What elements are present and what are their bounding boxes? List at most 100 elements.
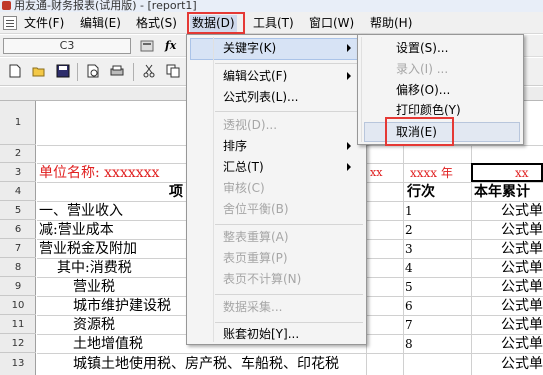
formula-cell[interactable]: 公式单 [501, 297, 543, 315]
formula-cell[interactable]: 公式单 [501, 221, 543, 239]
menu-edit[interactable]: 编辑(E) [78, 15, 123, 32]
app-icon [2, 1, 11, 10]
ytd-column-header: 本年累计 [474, 184, 530, 200]
menu-gutter [213, 37, 214, 342]
menu-file[interactable]: 文件(F) [22, 15, 66, 32]
line-no-cell: 5 [405, 280, 413, 294]
item-cell: 城市维护建设税 [73, 298, 171, 314]
menu-separator [215, 224, 363, 225]
row-number[interactable]: 11 [0, 315, 36, 334]
print-icon[interactable] [110, 64, 124, 78]
menu-item-page-no-calc: 表页不计算(N) [223, 272, 302, 286]
save-icon[interactable] [56, 64, 70, 78]
row-number[interactable]: 1 [0, 101, 36, 145]
row-number[interactable]: 10 [0, 296, 36, 315]
row-number[interactable]: 6 [0, 220, 36, 239]
menu-separator [215, 294, 363, 295]
menu-window[interactable]: 窗口(W) [307, 15, 356, 32]
formula-fx-icon[interactable]: fx [165, 39, 176, 52]
formula-cell[interactable]: 公式单 [501, 259, 543, 277]
formula-cell[interactable]: 公式单 [501, 202, 543, 220]
line-no-cell: 1 [405, 204, 413, 218]
title-bar: 用友通-财务报表(试用版) - [report1] [0, 0, 543, 12]
row-number[interactable]: 12 [0, 334, 36, 353]
row-number[interactable]: 8 [0, 258, 36, 277]
submenu-arrow-icon [347, 72, 351, 80]
line-no-cell: 8 [405, 337, 413, 351]
cancel-highlight-box [385, 117, 454, 146]
item-cell: 减:营业成本 [39, 222, 114, 238]
item-cell: 资源税 [73, 317, 115, 333]
menu-item-formula-list[interactable]: 公式列表(L)... [223, 88, 299, 106]
row-number[interactable]: 5 [0, 201, 36, 220]
row-number[interactable]: 3 [0, 163, 36, 182]
menu-separator [215, 322, 363, 323]
row-header: 1 2 3 4 5 6 7 8 9 10 11 12 13 [0, 101, 36, 375]
item-column-header: 项 [169, 184, 183, 200]
submenu-arrow-icon [347, 44, 351, 52]
cut-icon[interactable] [142, 64, 156, 78]
formula-cell[interactable]: 公式单 [501, 355, 543, 373]
menu-bar: 文件(F) 编辑(E) 格式(S) 数据(D) 工具(T) 窗口(W) 帮助(H… [0, 12, 543, 34]
submenu-arrow-icon [347, 163, 351, 171]
toolbar-separator [133, 63, 134, 81]
menu-item-sort[interactable]: 排序 [223, 137, 247, 155]
menu-item-account-init[interactable]: 账套初始[Y]... [223, 325, 299, 343]
submenu-item-set[interactable]: 设置(S)... [396, 39, 448, 57]
header-mid-placeholder: xx [370, 166, 383, 179]
row-number[interactable]: 9 [0, 277, 36, 296]
menu-separator [215, 111, 363, 112]
header-right-placeholder: xx [515, 166, 529, 180]
year-label: xxxx 年 [410, 166, 453, 180]
item-cell: 营业税金及附加 [39, 241, 137, 257]
menu-separator [215, 63, 363, 64]
submenu-item-offset[interactable]: 偏移(O)... [396, 81, 450, 99]
submenu-item-enter: 录入(I) ... [396, 62, 449, 76]
row-number[interactable]: 2 [0, 145, 36, 163]
window-title: 用友通-财务报表(试用版) - [report1] [14, 0, 197, 12]
formula-cell[interactable]: 公式单 [501, 240, 543, 258]
submenu-arrow-icon [347, 142, 351, 150]
menu-item-recalc-all: 整表重算(A) [223, 230, 289, 244]
line-no-cell: 3 [405, 242, 413, 256]
line-no-cell: 7 [405, 318, 413, 332]
formula-cell[interactable]: 公式单 [501, 316, 543, 334]
data-menu-dropdown: 关键字(K) 编辑公式(F) 公式列表(L)... 透视(D)... 排序 汇总… [186, 34, 367, 345]
toolbar-separator [77, 63, 78, 81]
row-number[interactable]: 4 [0, 182, 36, 201]
data-menu-highlight-box [187, 12, 245, 34]
line-no-cell: 2 [405, 223, 413, 237]
menu-hover-highlight [190, 38, 364, 60]
print-preview-icon[interactable] [86, 64, 100, 78]
grid-line [37, 353, 543, 354]
row-number[interactable]: 7 [0, 239, 36, 258]
menu-item-recalc-page: 表页重算(P) [223, 251, 288, 265]
menu-item-rounding-balance: 舍位平衡(B) [223, 202, 289, 216]
menu-item-edit-formula[interactable]: 编辑公式(F) [223, 67, 287, 85]
menu-item-data-collect: 数据采集... [223, 300, 283, 314]
selected-cell[interactable] [471, 163, 543, 182]
menu-tools[interactable]: 工具(T) [251, 15, 296, 32]
row-number[interactable]: 13 [0, 353, 36, 375]
menu-item-keyword[interactable]: 关键字(K) [223, 39, 276, 57]
new-document-icon[interactable] [8, 64, 22, 78]
cell-reference-box[interactable]: C3 [3, 38, 131, 54]
formula-cell[interactable]: 公式单 [501, 335, 543, 353]
menu-item-audit: 审核(C) [223, 181, 265, 195]
item-cell: 城镇土地使用税、房产税、车船税、印花税 [73, 356, 339, 372]
calculator-icon[interactable] [140, 39, 154, 53]
line-no-cell: 6 [405, 299, 413, 313]
menu-gutter [361, 37, 362, 142]
menu-format[interactable]: 格式(S) [134, 15, 179, 32]
copy-icon[interactable] [166, 64, 180, 78]
menu-item-summary[interactable]: 汇总(T) [223, 158, 264, 176]
formula-cell[interactable]: 公式单 [501, 278, 543, 296]
unit-name-label: 单位名称: xxxxxxx [39, 165, 160, 181]
item-cell: 营业税 [73, 279, 115, 295]
menu-item-pivot: 透视(D)... [223, 118, 278, 132]
document-menu-icon[interactable] [3, 16, 17, 30]
item-cell: 一、营业收入 [39, 203, 123, 219]
line-no-cell: 4 [405, 261, 413, 275]
menu-help[interactable]: 帮助(H) [368, 15, 414, 32]
open-folder-icon[interactable] [32, 64, 46, 78]
